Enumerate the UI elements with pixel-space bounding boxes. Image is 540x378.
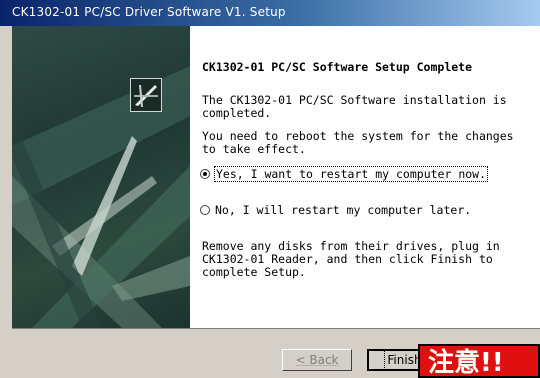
install-complete-message: The CK1302-01 PC/SC Software installatio… xyxy=(202,93,507,120)
radio-checked-icon[interactable] xyxy=(200,169,210,179)
back-button[interactable]: < Back xyxy=(282,349,352,371)
window-title: CK1302-01 PC/SC Driver Software V1. Setu… xyxy=(12,5,286,19)
banner-artwork xyxy=(12,66,190,328)
finish-button-label: Finish xyxy=(384,350,425,370)
setup-logo-icon xyxy=(130,78,162,112)
content-panel: CK1302-01 PC/SC Software Setup Complete … xyxy=(190,26,540,328)
restart-now-option[interactable]: Yes, I want to restart my computer now. xyxy=(200,166,489,182)
setup-banner-panel xyxy=(12,26,190,328)
radio-unchecked-icon[interactable] xyxy=(200,205,210,215)
reboot-notice: You need to reboot the system for the ch… xyxy=(202,129,514,156)
restart-later-label[interactable]: No, I will restart my computer later. xyxy=(215,203,471,217)
title-bar[interactable]: CK1302-01 PC/SC Driver Software V1. Setu… xyxy=(0,0,540,26)
restart-now-label[interactable]: Yes, I want to restart my computer now. xyxy=(213,166,489,182)
restart-later-option[interactable]: No, I will restart my computer later. xyxy=(200,202,471,218)
warning-badge: 注意!! xyxy=(418,344,540,378)
page-title: CK1302-01 PC/SC Software Setup Complete xyxy=(202,60,473,74)
finish-instructions: Remove any disks from their drives, plug… xyxy=(202,239,500,279)
setup-window: CK1302-01 PC/SC Driver Software V1. Setu… xyxy=(0,0,540,378)
